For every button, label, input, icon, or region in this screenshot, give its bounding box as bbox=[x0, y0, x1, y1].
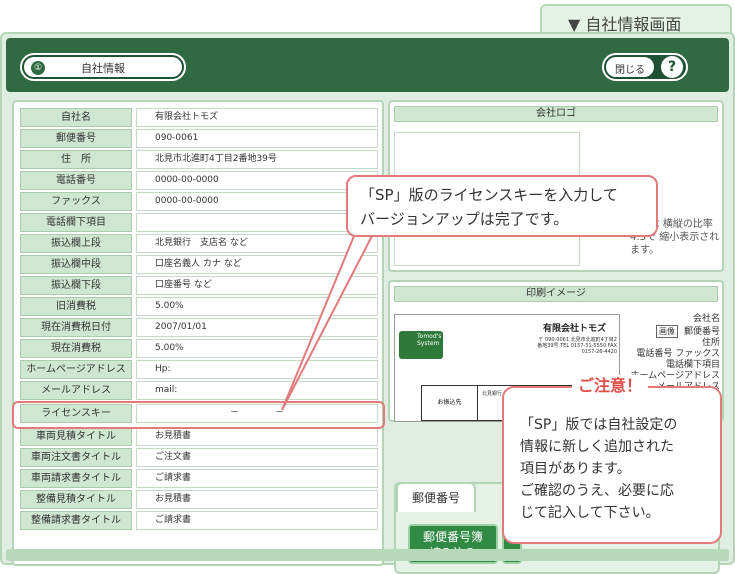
form-label: メールアドレス bbox=[20, 381, 132, 400]
form-label: 現在消費税日付 bbox=[20, 318, 132, 337]
company-info-label: 自社情報 bbox=[81, 62, 125, 75]
form-field[interactable]: 0000-00-0000 bbox=[136, 192, 378, 211]
print-label: 電話欄下項目 bbox=[665, 360, 720, 370]
form-field[interactable]: Hp: bbox=[136, 360, 378, 379]
form-field[interactable]: 5.00% bbox=[136, 297, 378, 316]
print-panel-title: 印刷イメージ bbox=[394, 286, 718, 302]
callout2-line1: 「SP」版では自社設定の bbox=[520, 417, 678, 433]
callout1-line1: 「SP」版のライセンスキーを入力して bbox=[360, 186, 618, 204]
sheet-bank-label: お振込先 bbox=[422, 386, 478, 420]
close-label: 閉じる bbox=[615, 65, 645, 76]
logo-panel-title: 会社ロゴ bbox=[394, 106, 718, 122]
print-label: 電話番号 ファックス bbox=[636, 349, 720, 359]
form-field[interactable]: ご請求書 bbox=[136, 469, 378, 488]
form-label: 車両見積タイトル bbox=[20, 427, 132, 446]
postal-btn-line1: 郵便番号簿 bbox=[422, 530, 483, 544]
form-label: ファックス bbox=[20, 192, 132, 211]
form-label: 振込欄中段 bbox=[20, 255, 132, 274]
print-label: 郵便番号 bbox=[683, 327, 720, 337]
form-label: 車両請求書タイトル bbox=[20, 469, 132, 488]
form-field[interactable]: 5.00% bbox=[136, 339, 378, 358]
form-label: 自社名 bbox=[20, 108, 132, 127]
form-label: 振込欄上段 bbox=[20, 234, 132, 253]
help-icon[interactable]: ? bbox=[661, 56, 683, 78]
callout2-line5: じて記入して下さい。 bbox=[520, 505, 660, 521]
form-field[interactable]: 口座名義人 カナ など bbox=[136, 255, 378, 274]
form-label: 郵便番号 bbox=[20, 129, 132, 148]
form-label: 整備見積タイトル bbox=[20, 490, 132, 509]
form-field[interactable]: ご注文書 bbox=[136, 448, 378, 467]
form-label: ホームページアドレス bbox=[20, 360, 132, 379]
print-label: 住所 bbox=[701, 338, 720, 348]
form-label: 整備請求書タイトル bbox=[20, 511, 132, 530]
form-field[interactable]: お見積書 bbox=[136, 490, 378, 509]
sheet-logo: Tomod's System bbox=[399, 331, 443, 359]
form-label: 旧消費税 bbox=[20, 297, 132, 316]
caution-title: ご注意！ bbox=[572, 375, 649, 397]
form-label: 車両注文書タイトル bbox=[20, 448, 132, 467]
sheet-address: 〒 090-0061 北見市北進町4丁目2番地39号 TEL 0157-31-5… bbox=[537, 337, 617, 355]
callout2-line4: ご確認のうえ、必要に応 bbox=[520, 483, 674, 499]
form-field[interactable]: 有限会社トモズ bbox=[136, 108, 378, 127]
form-label: 電話欄下項目 bbox=[20, 213, 132, 232]
header-bar: ① 自社情報 閉じる ? bbox=[6, 38, 729, 92]
form-field[interactable]: 0000-00-0000 bbox=[136, 171, 378, 190]
license-key-highlight bbox=[12, 401, 385, 429]
form-label: 振込欄下段 bbox=[20, 276, 132, 295]
bottom-strip bbox=[6, 549, 729, 561]
callout2-line3: 項目があります。 bbox=[520, 461, 631, 477]
company-info-button[interactable]: ① 自社情報 bbox=[20, 53, 186, 81]
form-field[interactable]: ご請求書 bbox=[136, 511, 378, 530]
form-field[interactable]: 北見銀行 支店名 など bbox=[136, 234, 378, 253]
screen-title-tab: ▼ 自社情報画面 bbox=[540, 4, 732, 34]
form-field[interactable]: 2007/01/01 bbox=[136, 318, 378, 337]
tab-postal-code[interactable]: 郵便番号 bbox=[396, 482, 476, 512]
image-badge: 画像 bbox=[655, 325, 678, 338]
form-field[interactable]: 090-0061 bbox=[136, 129, 378, 148]
sheet-company-name: 有限会社トモズ bbox=[543, 324, 607, 334]
form-label: 電話番号 bbox=[20, 171, 132, 190]
form-field[interactable]: 北見市北進町4丁目2番地39号 bbox=[136, 150, 378, 169]
caution-callout: ご注意！ 「SP」版では自社設定の 情報に新しく追加された 項目があります。 ご… bbox=[502, 375, 722, 544]
form-field[interactable]: mail: bbox=[136, 381, 378, 400]
print-label: 会社名 bbox=[692, 314, 720, 324]
form-field[interactable]: 口座番号 など bbox=[136, 276, 378, 295]
form-label: 現在消費税 bbox=[20, 339, 132, 358]
company-form: 自社名 有限会社トモズ 郵便番号 090-0061 住 所北見市北進町4丁目2番地3… bbox=[12, 100, 384, 566]
callout1-line2: バージョンアップは完了です。 bbox=[360, 210, 569, 228]
form-label: 住 所 bbox=[20, 150, 132, 169]
license-callout: 「SP」版のライセンスキーを入力して バージョンアップは完了です。 bbox=[346, 175, 658, 237]
form-field[interactable] bbox=[136, 213, 378, 232]
close-button[interactable]: 閉じる ? bbox=[602, 53, 688, 81]
callout2-line2: 情報に新しく追加された bbox=[520, 439, 674, 455]
print-label-row: 画像 郵便番号 bbox=[622, 325, 720, 338]
form-field[interactable]: お見積書 bbox=[136, 427, 378, 446]
